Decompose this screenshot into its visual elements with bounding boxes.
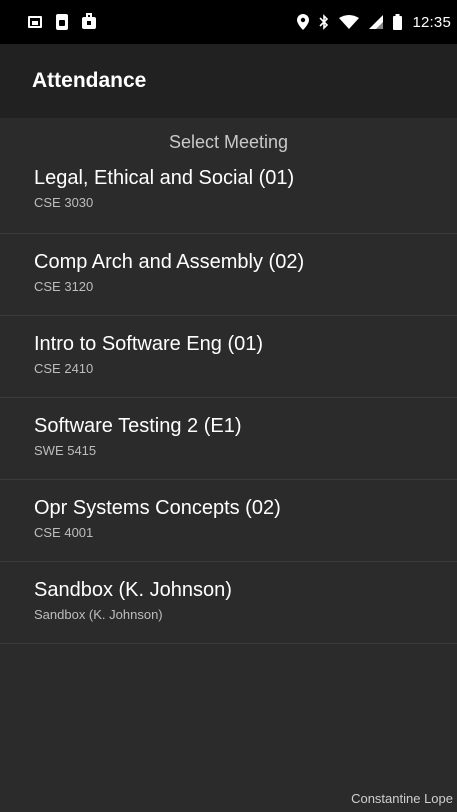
meeting-list-item[interactable]: Opr Systems Concepts (02) CSE 4001 xyxy=(0,480,457,562)
meeting-list-item[interactable]: Software Testing 2 (E1) SWE 5415 xyxy=(0,398,457,480)
meeting-list: Legal, Ethical and Social (01) CSE 3030 … xyxy=(0,152,457,644)
app-bar: Attendance xyxy=(0,44,457,118)
meeting-code: CSE 3030 xyxy=(34,195,94,210)
meeting-name: Intro to Software Eng (01) xyxy=(34,333,264,355)
battery-icon xyxy=(393,14,403,30)
meeting-name: Opr Systems Concepts (02) xyxy=(34,497,281,519)
phone-screen: 12:35 Attendance Select Meeting Legal, E… xyxy=(0,0,457,812)
status-bar-left xyxy=(28,13,96,30)
bag-icon xyxy=(82,13,96,29)
phone-doc-icon xyxy=(56,14,68,30)
page-title: Attendance xyxy=(32,69,147,92)
signed-in-user-name: Constantine Lope xyxy=(351,791,453,806)
meeting-select-content: Select Meeting Legal, Ethical and Social… xyxy=(0,118,457,812)
meeting-code: Sandbox (K. Johnson) xyxy=(34,607,163,622)
meeting-name: Software Testing 2 (E1) xyxy=(34,415,242,437)
meeting-code: SWE 5415 xyxy=(34,443,97,458)
signal-icon xyxy=(369,15,384,29)
location-pin-icon xyxy=(297,14,310,30)
meeting-name: Legal, Ethical and Social (01) xyxy=(34,167,295,189)
bluetooth-icon xyxy=(319,14,329,30)
status-bar: 12:35 xyxy=(0,0,457,44)
meeting-list-item[interactable]: Intro to Software Eng (01) CSE 2410 xyxy=(0,316,457,398)
status-time: 12:35 xyxy=(412,13,451,31)
meeting-code: CSE 2410 xyxy=(34,361,94,376)
meeting-code: CSE 4001 xyxy=(34,525,94,540)
status-bar-right: 12:35 xyxy=(297,14,451,31)
meeting-list-item[interactable]: Legal, Ethical and Social (01) CSE 3030 xyxy=(0,152,457,234)
meeting-name: Sandbox (K. Johnson) xyxy=(34,579,232,601)
section-header: Select Meeting xyxy=(168,132,289,152)
meeting-list-item[interactable]: Sandbox (K. Johnson) Sandbox (K. Johnson… xyxy=(0,562,457,644)
meeting-name: Comp Arch and Assembly (02) xyxy=(34,251,305,273)
meeting-list-item[interactable]: Comp Arch and Assembly (02) CSE 3120 xyxy=(0,234,457,316)
image-icon xyxy=(28,16,42,28)
meeting-code: CSE 3120 xyxy=(34,279,94,294)
wifi-icon xyxy=(339,15,360,29)
